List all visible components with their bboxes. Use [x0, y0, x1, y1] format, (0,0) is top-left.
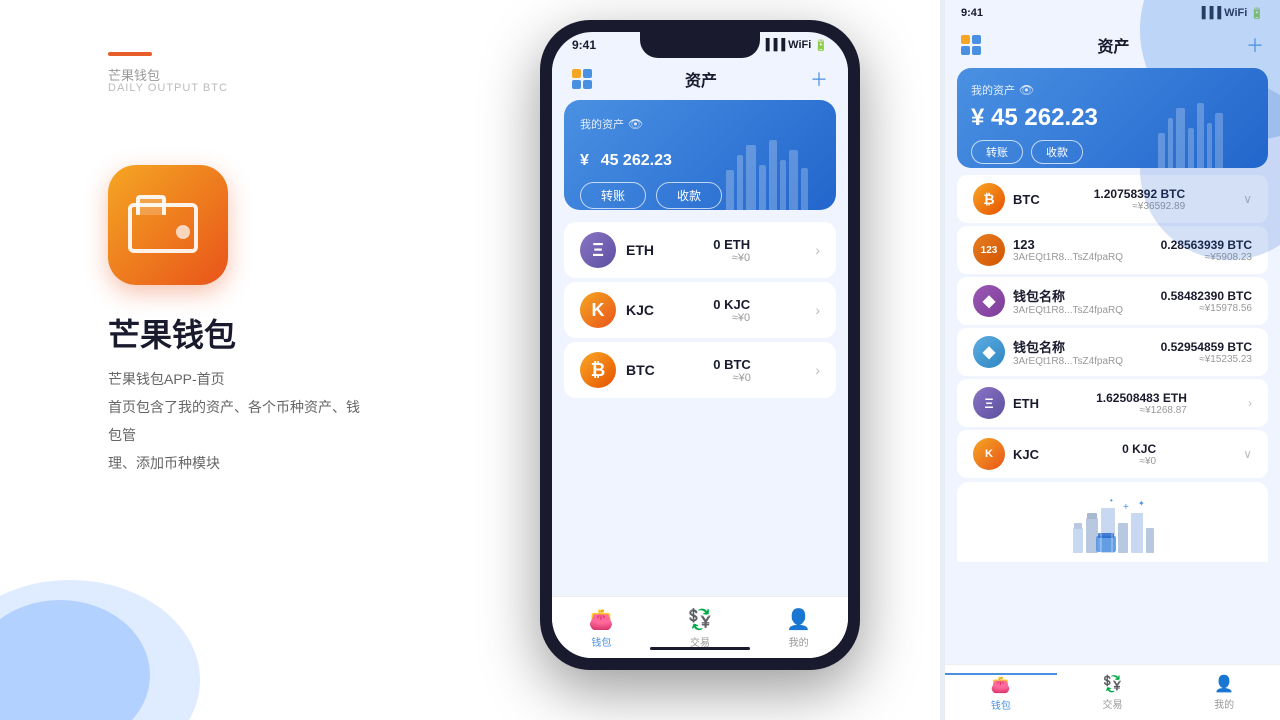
eth-chevron-icon: › [815, 242, 820, 258]
btc-coin-icon: ₿ [580, 352, 616, 388]
skyline-decoration [726, 100, 826, 210]
coin-list: Ξ ETH 0 ETH ≈¥0 › K KJC 0 [552, 210, 848, 410]
status-time: 9:41 [572, 38, 596, 52]
svg-text:✦: ✦ [1138, 499, 1145, 508]
receive-button[interactable]: 收款 [656, 182, 722, 209]
right-eth-icon: Ξ [973, 387, 1005, 419]
add-button[interactable]: ＋ [810, 66, 828, 92]
wallet-nav-icon: 👛 [589, 607, 614, 632]
signal-icon: ▐▐▐ [762, 39, 785, 51]
right-wallet2-icon: ◆ [973, 336, 1005, 368]
phone-screen: 9:41 ▐▐▐ WiFi 🔋 资产 ＋ [552, 32, 848, 658]
right-bottom-nav: 👛 钱包 💱 交易 👤 我的 [945, 664, 1280, 720]
right-kjc-icon: K [973, 438, 1005, 470]
right-123-icon: 123 [973, 234, 1005, 266]
right-nav-wallet[interactable]: 👛 钱包 [945, 673, 1057, 712]
right-asset-card: 我的资产 👁 ¥ 45 262.23 转账 收款 [957, 68, 1268, 168]
eye-icon[interactable]: 👁 [628, 117, 643, 131]
right-coin-wallet2[interactable]: ◆ 钱包名称 3ArEQt1R8...TsZ4fpaRQ 0.52954859 … [957, 328, 1268, 376]
kjc-approx: ≈¥0 [713, 312, 750, 324]
app-title: 芒果钱包 [108, 310, 236, 356]
right-wallet1-icon: ◆ [973, 285, 1005, 317]
btc-amount: 0 BTC [713, 357, 751, 372]
eth-expand-icon[interactable]: › [1248, 396, 1252, 410]
brand-subtitle: DAILY OUTPUT BTC [108, 82, 228, 94]
app-icon-wrapper [108, 165, 228, 285]
wallet-shape-icon [128, 203, 198, 253]
phone-notch [640, 32, 760, 58]
app-desc: 芒果钱包APP-首页 首页包含了我的资产、各个币种资产、钱包管 理、添加币种模块 [108, 365, 368, 477]
phone-mockup: 9:41 ▐▐▐ WiFi 🔋 资产 ＋ [525, 20, 875, 700]
right-trade-nav-icon: 💱 [1103, 674, 1123, 694]
svg-text:•: • [1110, 498, 1113, 505]
status-icons: ▐▐▐ WiFi 🔋 [762, 39, 828, 52]
btc-chevron-icon: › [815, 362, 820, 378]
grid-menu-icon[interactable] [572, 69, 592, 89]
right-btc-icon: ₿ [973, 183, 1005, 215]
phone-bottom-nav: 👛 钱包 💱 交易 👤 我的 [552, 596, 848, 658]
eth-coin-icon: Ξ [580, 232, 616, 268]
right-wallet-nav-icon: 👛 [991, 675, 1011, 695]
left-panel: 芒果钱包 DAILY OUTPUT BTC 芒果钱包 芒果钱包APP-首页 首页… [0, 0, 540, 720]
coin-item-kjc[interactable]: K KJC 0 KJC ≈¥0 › [564, 282, 836, 338]
phone-outer: 9:41 ▐▐▐ WiFi 🔋 资产 ＋ [540, 20, 860, 670]
transfer-button[interactable]: 转账 [580, 182, 646, 209]
kjc-amount: 0 KJC [713, 297, 750, 312]
svg-text:+: + [1123, 502, 1129, 513]
right-nav-trade[interactable]: 💱 交易 [1057, 674, 1169, 711]
user-nav-icon: 👤 [786, 607, 811, 632]
right-coin-wallet1[interactable]: ◆ 钱包名称 3ArEQt1R8...TsZ4fpaRQ 0.58482390 … [957, 277, 1268, 325]
right-coin-kjc[interactable]: K KJC 0 KJC ≈¥0 ∨ [957, 430, 1268, 478]
wifi-icon: WiFi [788, 39, 811, 51]
battery-icon: 🔋 [814, 39, 828, 52]
right-status-time: 9:41 [961, 7, 983, 19]
app-icon [108, 165, 228, 285]
right-user-nav-icon: 👤 [1214, 674, 1234, 694]
accent-bar [108, 52, 152, 56]
eth-approx: ≈¥0 [713, 252, 750, 264]
right-panel: 9:41 ▐▐▐ WiFi 🔋 资产 ＋ 我的资产 👁 [945, 0, 1280, 720]
right-skyline [1158, 68, 1258, 168]
nav-mine[interactable]: 👤 我的 [749, 607, 848, 649]
eth-import-section: + ✦ • 请先创建或导入ETH钱包 创建 导入 [957, 482, 1268, 562]
right-receive-button[interactable]: 收款 [1031, 140, 1083, 164]
phone-header-title: 资产 [685, 67, 717, 91]
coin-item-btc[interactable]: ₿ BTC 0 BTC ≈¥0 › [564, 342, 836, 398]
nav-trade[interactable]: 💱 交易 [651, 607, 750, 649]
btc-approx: ≈¥0 [713, 372, 751, 384]
kjc-coin-icon: K [580, 292, 616, 328]
right-grid-icon[interactable] [961, 35, 981, 55]
kjc-chevron-icon: › [815, 302, 820, 318]
trade-nav-icon: 💱 [688, 607, 713, 632]
eth-amount: 0 ETH [713, 237, 750, 252]
asset-card: 我的资产 👁 ¥ 45 262.23 转账 收款 [564, 100, 836, 210]
right-nav-mine[interactable]: 👤 我的 [1168, 674, 1280, 711]
right-transfer-button[interactable]: 转账 [971, 140, 1023, 164]
kjc-coin-name: KJC [626, 302, 654, 318]
phone-header: 资产 ＋ [552, 58, 848, 100]
right-eye-icon[interactable]: 👁 [1019, 83, 1034, 97]
eth-coin-name: ETH [626, 242, 654, 258]
btc-coin-name: BTC [626, 362, 655, 378]
wallet-circle-icon [176, 225, 190, 239]
city-illustration: + ✦ • [1068, 498, 1158, 562]
coin-item-eth[interactable]: Ξ ETH 0 ETH ≈¥0 › [564, 222, 836, 278]
eth-import-illustration: + ✦ • [1068, 498, 1158, 562]
kjc-expand-icon[interactable]: ∨ [1243, 447, 1252, 461]
nav-wallet[interactable]: 👛 钱包 [552, 607, 651, 649]
right-coin-eth[interactable]: Ξ ETH 1.62508483 ETH ≈¥1268.87 › [957, 379, 1268, 427]
home-indicator [650, 647, 750, 650]
